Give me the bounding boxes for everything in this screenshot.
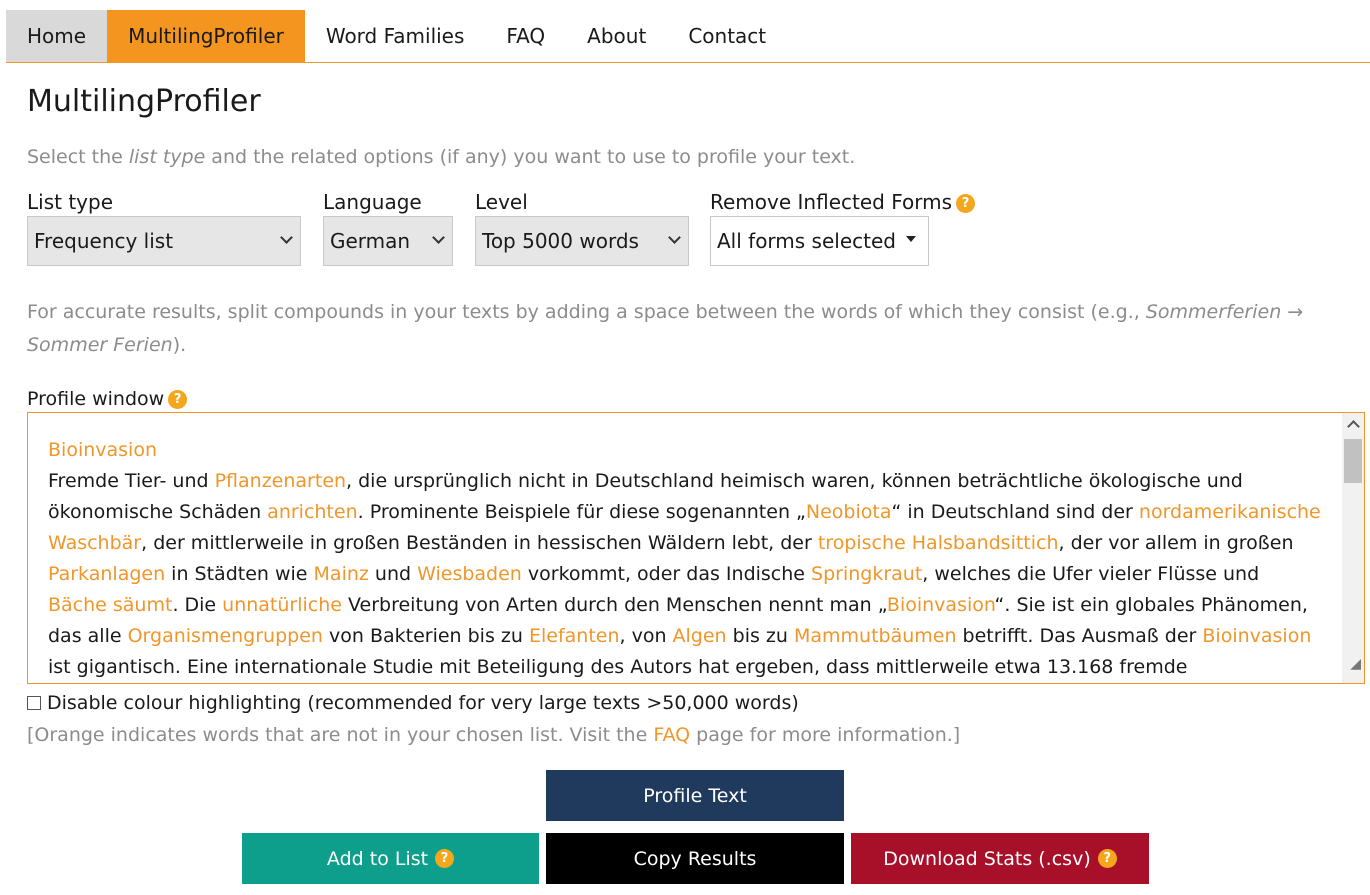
download-stats-button-label: Download Stats (.csv)	[883, 847, 1091, 870]
scrollbar[interactable]	[1342, 413, 1364, 683]
highlighted-word: Bioinvasion	[1202, 625, 1312, 647]
profile-text-button-label: Profile Text	[643, 784, 747, 807]
list-type-label: List type	[27, 190, 113, 214]
level-select[interactable]: Top 5000 words	[475, 216, 689, 266]
highlighted-word: Parkanlagen	[48, 563, 166, 585]
highlighted-word: Organismengruppen	[127, 625, 323, 647]
highlighted-word: Bioinvasion	[48, 439, 157, 461]
highlighted-word: Mainz	[313, 563, 369, 585]
download-stats-button[interactable]: Download Stats (.csv)?	[851, 833, 1149, 884]
text-segment: bis zu	[726, 625, 794, 647]
profile-window-label-text: Profile window	[27, 388, 165, 410]
chevron-down-icon	[432, 231, 445, 244]
highlighted-word: Elefanten	[528, 625, 620, 647]
nav-about[interactable]: About	[566, 10, 667, 62]
inflected-forms-label: Remove Inflected Forms?	[710, 190, 975, 214]
language-value: German	[330, 229, 411, 253]
highlighted-word: Bioinvasion	[886, 594, 995, 616]
nav-contact[interactable]: Contact	[667, 10, 787, 62]
list-type-value: Frequency list	[34, 229, 174, 253]
text-segment: , welches die Ufer vieler Flüsse und	[922, 563, 1260, 585]
highlighted-word: Pflanzenarten	[214, 470, 347, 492]
legend-before: [Orange indicates words that are not in …	[27, 724, 654, 746]
level-label: Level	[475, 190, 528, 214]
language-select[interactable]: German	[323, 216, 453, 266]
note-arrow: →	[1281, 301, 1304, 323]
highlighted-word: tropische Halsbandsittich	[817, 532, 1059, 554]
main-nav: Home MultilingProfiler Word Families FAQ…	[6, 10, 1370, 63]
note-text: For accurate results, split compounds in…	[27, 301, 1146, 323]
nav-faq[interactable]: FAQ	[485, 10, 566, 62]
disable-highlighting-label: Disable colour highlighting (recommended…	[47, 692, 799, 714]
page-title: MultilingProfiler	[27, 84, 261, 119]
scroll-thumb[interactable]	[1344, 439, 1362, 483]
resize-grip-icon[interactable]: ◢	[1350, 649, 1361, 680]
scroll-up-icon[interactable]	[1347, 420, 1360, 433]
copy-results-button[interactable]: Copy Results	[546, 833, 844, 884]
list-type-select[interactable]: Frequency list	[27, 216, 301, 266]
highlighted-word: Neobiota	[805, 501, 892, 523]
help-icon[interactable]: ?	[956, 194, 975, 213]
text-segment: von Bakterien bis zu	[322, 625, 529, 647]
note-example-to: Sommer Ferien	[27, 334, 173, 356]
highlighted-word: Mammutbäumen	[793, 625, 957, 647]
help-icon[interactable]: ?	[168, 390, 188, 409]
highlighted-word: anrichten	[267, 501, 358, 523]
help-icon[interactable]: ?	[435, 849, 455, 868]
text-segment: , von	[619, 625, 673, 647]
chevron-down-icon	[668, 231, 681, 244]
text-segment: . Die	[172, 594, 223, 616]
profile-text-button[interactable]: Profile Text	[546, 770, 844, 821]
add-to-list-button[interactable]: Add to List?	[242, 833, 539, 884]
text-segment: , der vor allem in großen	[1058, 532, 1294, 554]
text-segment: ist gigantisch. Eine internationale Stud…	[48, 656, 1188, 678]
intro-before: Select the	[27, 146, 129, 168]
nav-word-families[interactable]: Word Families	[305, 10, 486, 62]
intro-after: and the related options (if any) you wan…	[205, 146, 856, 168]
intro-text: Select the list type and the related opt…	[27, 146, 855, 168]
profile-text[interactable]: Bioinvasion Fremde Tier- und Pflanzenarte…	[48, 435, 1324, 683]
text-segment: “ in Deutschland sind der	[891, 501, 1139, 523]
caret-down-icon	[906, 236, 916, 242]
faq-link[interactable]: FAQ	[653, 724, 690, 746]
highlighted-word: Bäche säumt	[48, 594, 173, 616]
disable-highlighting-option[interactable]: Disable colour highlighting (recommended…	[27, 692, 799, 714]
nav-home[interactable]: Home	[6, 10, 108, 62]
nav-multilingprofiler[interactable]: MultilingProfiler	[107, 10, 305, 62]
add-to-list-button-label: Add to List	[326, 847, 429, 870]
disable-highlighting-checkbox[interactable]	[27, 696, 41, 710]
note-end: ).	[172, 334, 187, 356]
highlighted-word: Algen	[672, 625, 727, 647]
copy-results-button-label: Copy Results	[633, 847, 757, 870]
highlighted-word: Springkraut	[811, 563, 923, 585]
inflected-forms-value: All forms selected	[717, 229, 896, 253]
legend-after: page for more information.]	[690, 724, 961, 746]
text-segment: in Städten wie	[165, 563, 314, 585]
profile-window-label: Profile window?	[27, 388, 188, 410]
text-segment: . Prominente Beispiele für diese sogenan…	[357, 501, 806, 523]
highlight-legend: [Orange indicates words that are not in …	[27, 724, 960, 746]
text-segment: , der mittlerweile in großen Beständen i…	[141, 532, 818, 554]
text-segment: vorkommt, oder das Indische	[521, 563, 812, 585]
inflected-forms-dropdown[interactable]: All forms selected	[710, 216, 929, 266]
compound-note: For accurate results, split compounds in…	[27, 296, 1327, 362]
help-icon[interactable]: ?	[1097, 849, 1117, 868]
chevron-down-icon	[280, 231, 293, 244]
highlighted-word: unnatürliche	[222, 594, 342, 616]
language-label: Language	[323, 190, 422, 214]
inflected-forms-label-text: Remove Inflected Forms	[710, 190, 952, 214]
note-example-from: Sommerferien	[1145, 301, 1282, 323]
text-segment: betrifft. Das Ausmaß der	[956, 625, 1203, 647]
intro-emphasis: list type	[128, 146, 206, 168]
highlighted-word: Wiesbaden	[417, 563, 522, 585]
profile-window[interactable]: Bioinvasion Fremde Tier- und Pflanzenarte…	[27, 412, 1365, 684]
text-segment: Verbreitung von Arten durch den Menschen…	[341, 594, 887, 616]
text-segment: und	[368, 563, 418, 585]
text-segment: Fremde Tier- und	[48, 470, 215, 492]
level-value: Top 5000 words	[482, 229, 639, 253]
